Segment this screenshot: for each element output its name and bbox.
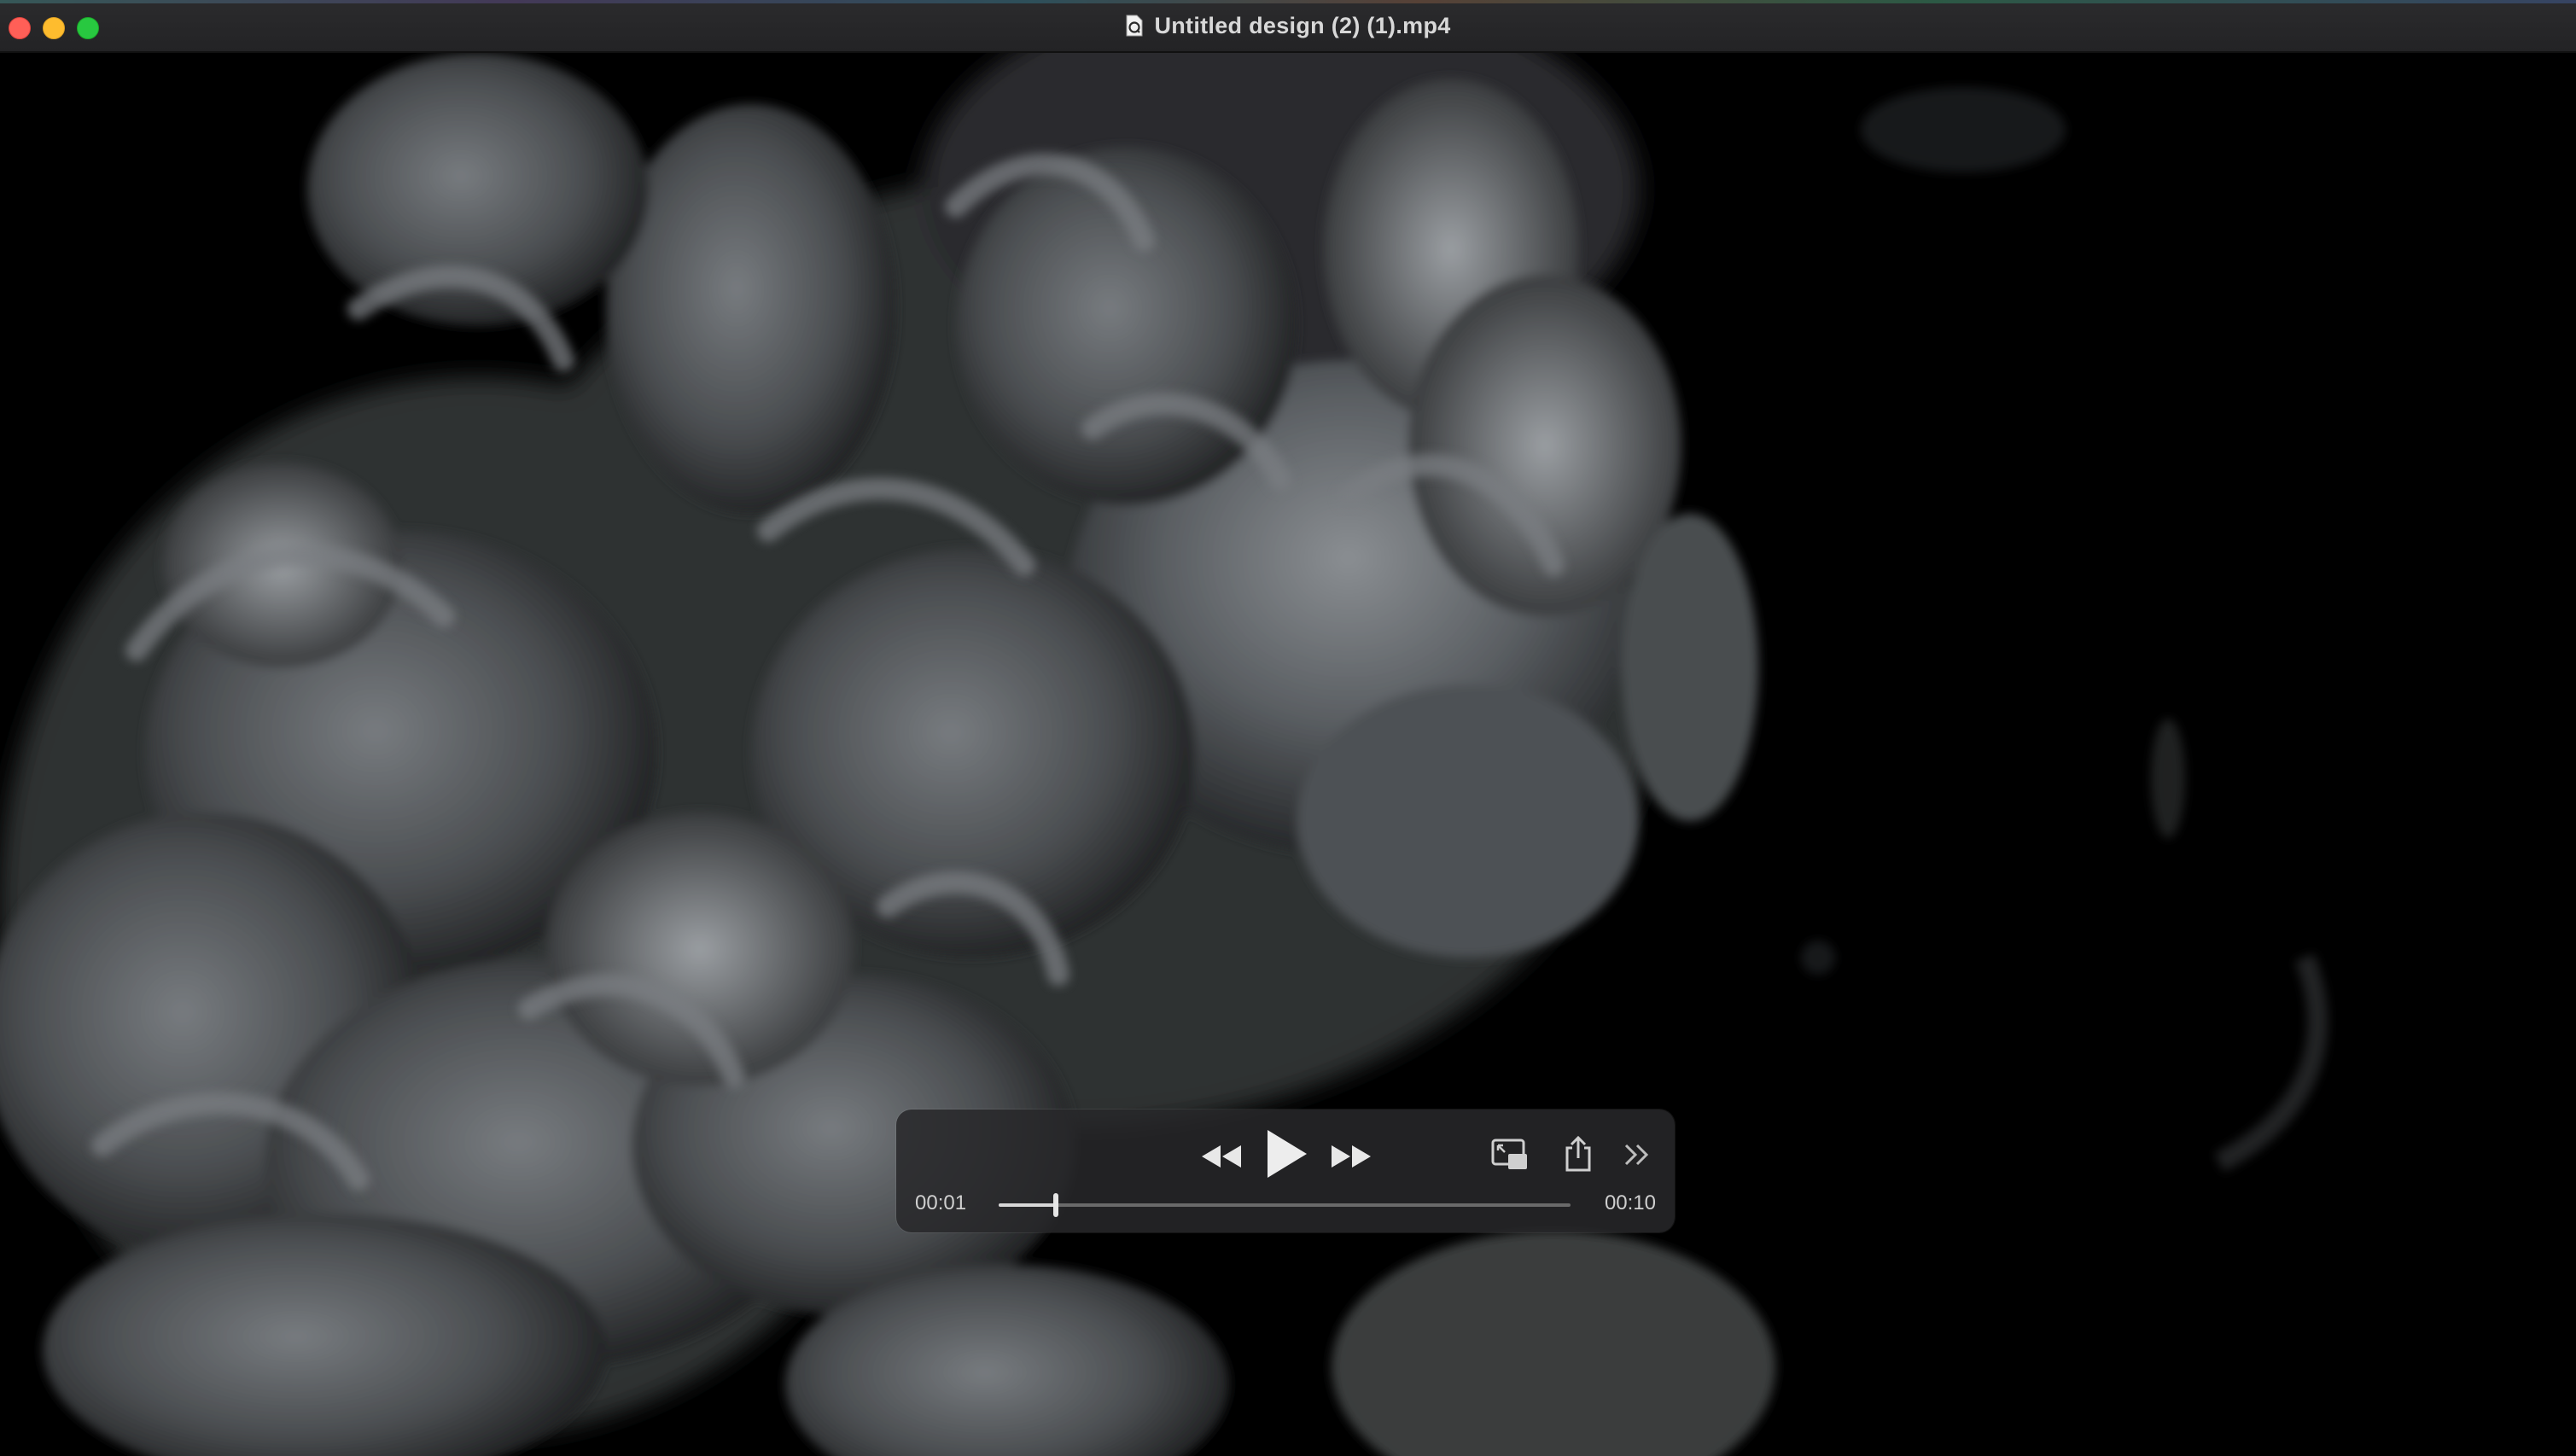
play-button[interactable] xyxy=(1260,1123,1313,1185)
video-frame[interactable] xyxy=(0,53,2576,1456)
quicktime-document-icon[interactable] xyxy=(1125,15,1144,37)
picture-in-picture-button[interactable] xyxy=(1487,1132,1533,1178)
play-icon xyxy=(1268,1130,1307,1178)
playback-controls: 00:01 00:10 xyxy=(896,1109,1675,1232)
current-time: 00:01 xyxy=(915,1191,967,1214)
window-title: Untitled design (2) (1).mp4 xyxy=(1154,12,1451,38)
quicktime-window: Untitled design (2) (1).mp4 00:01 00:10 xyxy=(0,0,2576,1456)
chevron-double-right-icon xyxy=(1624,1144,1649,1166)
share-icon xyxy=(1565,1136,1591,1172)
rewind-icon xyxy=(1202,1145,1241,1168)
scrubber-progress xyxy=(999,1203,1056,1207)
video-content xyxy=(0,53,2328,1456)
window-title-group: Untitled design (2) (1).mp4 xyxy=(0,0,2576,51)
total-time: 00:10 xyxy=(1604,1191,1656,1214)
scrubber-handle[interactable] xyxy=(1053,1193,1058,1217)
share-button[interactable] xyxy=(1557,1130,1600,1178)
more-button[interactable] xyxy=(1618,1135,1656,1174)
picture-in-picture-icon xyxy=(1491,1139,1527,1169)
rewind-button[interactable] xyxy=(1198,1135,1244,1178)
title-bar[interactable]: Untitled design (2) (1).mp4 xyxy=(0,0,2576,53)
fast-forward-button[interactable] xyxy=(1328,1135,1374,1178)
scrubber-track[interactable] xyxy=(999,1193,1571,1217)
fast-forward-icon xyxy=(1332,1145,1371,1168)
